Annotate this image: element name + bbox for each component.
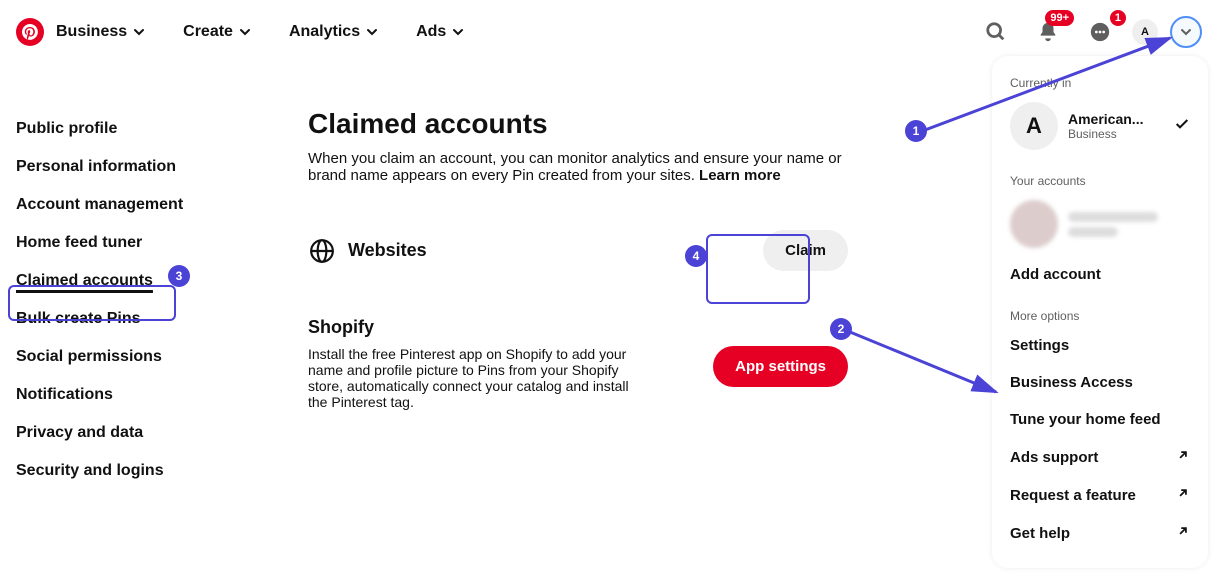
chevron-down-icon: [452, 26, 464, 38]
dd-item-label: Settings: [1010, 337, 1069, 354]
learn-more-link[interactable]: Learn more: [699, 167, 781, 184]
sidebar-item-privacy[interactable]: Privacy and data: [16, 414, 266, 452]
chevron-down-icon: [239, 26, 251, 38]
pinterest-logo-icon[interactable]: [16, 18, 44, 46]
websites-label: Websites: [348, 240, 427, 261]
sidebar-item-notifications[interactable]: Notifications: [16, 376, 266, 414]
dd-other-account[interactable]: [1000, 192, 1200, 256]
shopify-section: Shopify Install the free Pinterest app o…: [308, 317, 848, 410]
annotation-number-3: 3: [168, 265, 190, 287]
annotation-arrow-1: [920, 30, 1180, 140]
annotation-number-2: 2: [830, 318, 852, 340]
nav-analytics[interactable]: Analytics: [289, 23, 378, 41]
app-settings-button[interactable]: App settings: [713, 346, 848, 387]
sidebar-item-account-mgmt[interactable]: Account management: [16, 186, 266, 224]
dd-item-label: Ads support: [1010, 449, 1098, 466]
blurred-text: [1068, 212, 1158, 222]
chevron-down-icon: [133, 26, 145, 38]
sidebar-item-home-feed[interactable]: Home feed tuner: [16, 224, 266, 262]
dd-item-label: Business Access: [1010, 374, 1133, 391]
sidebar-item-personal-info[interactable]: Personal information: [16, 148, 266, 186]
page-title: Claimed accounts: [308, 108, 848, 140]
nav-label: Create: [183, 23, 233, 41]
external-link-icon: [1176, 486, 1190, 504]
dd-request-feature[interactable]: Request a feature: [1000, 476, 1200, 514]
annotation-arrow-2: [848, 328, 1008, 408]
external-link-icon: [1176, 524, 1190, 542]
annotation-highlight-claim: [706, 234, 810, 304]
nav-ads[interactable]: Ads: [416, 23, 464, 41]
dd-add-account[interactable]: Add account: [1000, 256, 1200, 293]
dd-your-accounts-label: Your accounts: [1000, 170, 1200, 192]
messages-badge: 1: [1110, 10, 1126, 26]
dd-business-access[interactable]: Business Access: [1000, 364, 1200, 401]
dd-item-label: Request a feature: [1010, 487, 1136, 504]
external-link-icon: [1176, 448, 1190, 466]
shopify-description: Install the free Pinterest app on Shopif…: [308, 346, 648, 410]
annotation-number-1: 1: [905, 120, 927, 142]
sidebar-item-social-perms[interactable]: Social permissions: [16, 338, 266, 376]
globe-icon: [308, 237, 336, 265]
dd-item-label: Get help: [1010, 525, 1070, 542]
annotation-highlight-sidebar: [8, 285, 176, 321]
dd-more-options-label: More options: [1000, 305, 1200, 327]
nav-label: Ads: [416, 23, 446, 41]
dd-settings[interactable]: Settings: [1000, 327, 1200, 364]
nav-label: Analytics: [289, 23, 360, 41]
nav-label: Business: [56, 23, 127, 41]
page-description: When you claim an account, you can monit…: [308, 150, 848, 184]
dd-tune-home-feed[interactable]: Tune your home feed: [1000, 401, 1200, 438]
annotation-number-4: 4: [685, 245, 707, 267]
nav-create[interactable]: Create: [183, 23, 251, 41]
notification-badge: 99+: [1045, 10, 1074, 26]
dd-item-label: Tune your home feed: [1010, 411, 1161, 428]
sidebar-item-security[interactable]: Security and logins: [16, 452, 266, 490]
nav-business[interactable]: Business: [56, 23, 145, 41]
dd-avatar-blurred: [1010, 200, 1058, 248]
shopify-title: Shopify: [308, 317, 848, 338]
dd-get-help[interactable]: Get help: [1000, 514, 1200, 552]
sidebar-item-public-profile[interactable]: Public profile: [16, 110, 266, 148]
blurred-text: [1068, 227, 1118, 237]
dd-ads-support[interactable]: Ads support: [1000, 438, 1200, 476]
chevron-down-icon: [366, 26, 378, 38]
